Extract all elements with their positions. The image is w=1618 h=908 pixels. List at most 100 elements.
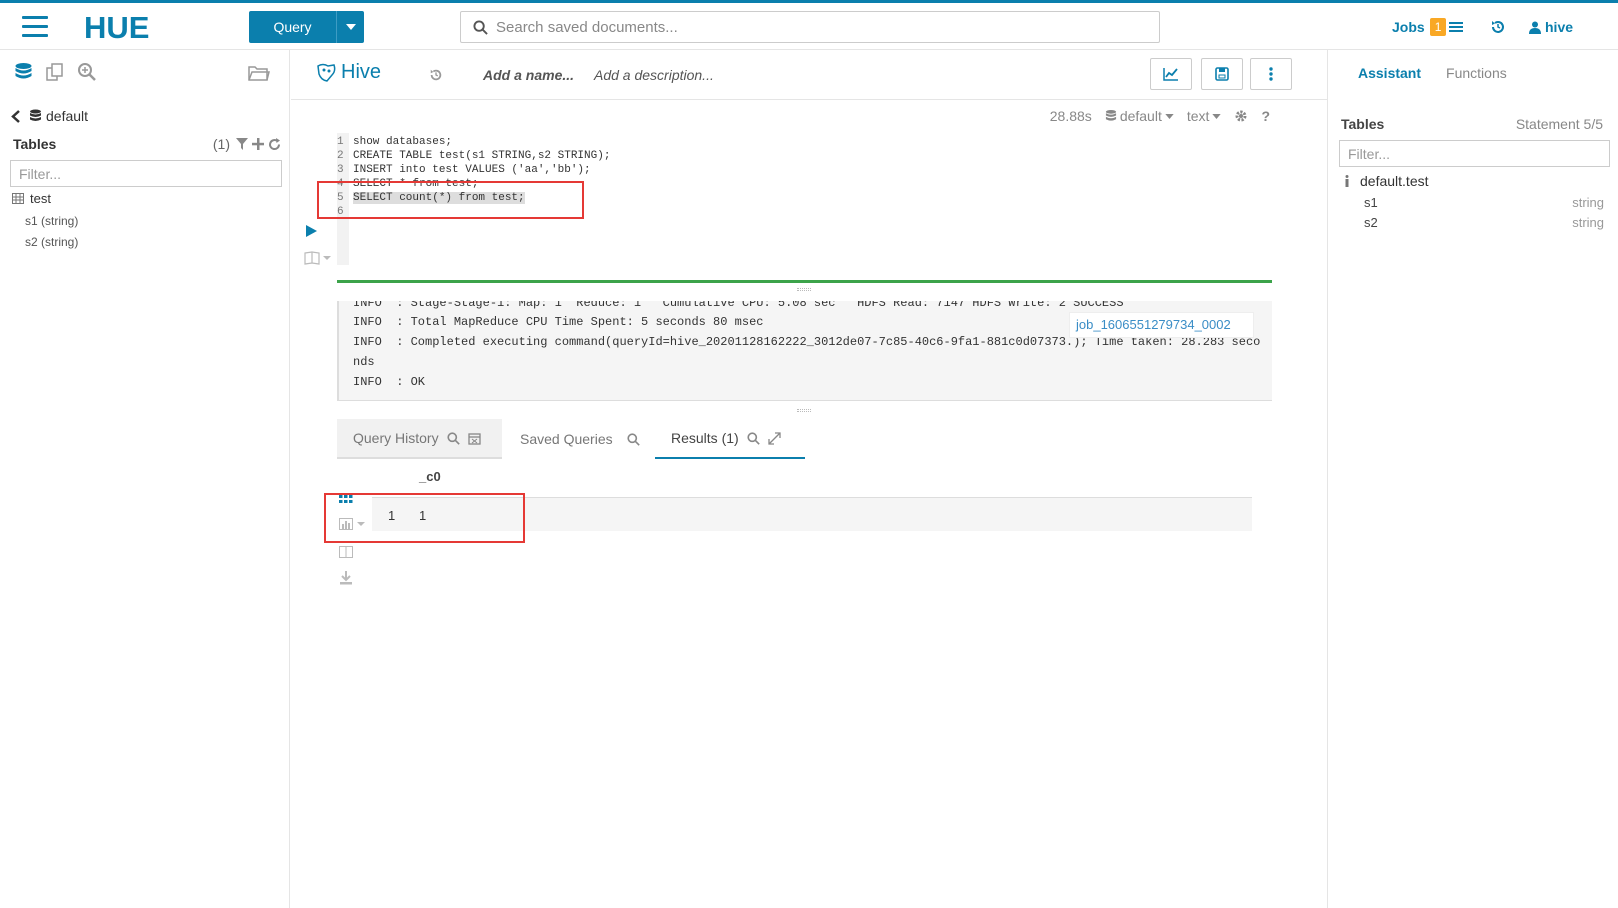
line-number: 2 (337, 150, 344, 162)
column-item[interactable]: s2 (string) (25, 235, 78, 249)
bar-chart-icon[interactable] (339, 518, 367, 530)
columns-icon[interactable] (339, 546, 353, 558)
tables-label: Tables (13, 136, 57, 152)
code-line-selected[interactable]: 5 SELECT count(*) from test; (337, 191, 525, 205)
tables-filter-input[interactable] (10, 160, 282, 187)
format-selector[interactable]: text (1187, 108, 1222, 124)
play-icon[interactable] (306, 225, 317, 237)
top-navbar: HUE Query Jobs 1 hive (0, 0, 1618, 50)
database-breadcrumb[interactable]: default (11, 108, 88, 124)
code-editor[interactable]: 1 show databases; 2 CREATE TABLE test(s1 S… (337, 133, 1277, 265)
search-icon[interactable] (627, 432, 640, 446)
query-name-input[interactable]: Add a name... (483, 67, 574, 83)
editor-engine-title: Hive (315, 61, 381, 84)
tab-saved-queries[interactable]: Saved Queries (520, 419, 640, 459)
chart-button[interactable] (1150, 58, 1192, 90)
tab-query-history[interactable]: Query History (337, 419, 502, 459)
line-number: 6 (337, 206, 344, 218)
expand-icon[interactable] (768, 431, 781, 445)
assistant-filter-input[interactable] (1339, 140, 1610, 167)
assistant-tabs: Assistant Functions (1358, 65, 1507, 81)
assistant-column-item[interactable]: s2 string (1364, 215, 1604, 230)
log-line: INFO : Total MapReduce CPU Time Spent: 5… (353, 315, 764, 329)
assistant-table-name: default.test (1360, 173, 1429, 189)
tab-assistant[interactable]: Assistant (1358, 65, 1421, 81)
database-name: default (46, 108, 89, 124)
right-assist-panel: Assistant Functions Tables Statement 5/5… (1327, 50, 1618, 908)
tab-label: Results (1) (671, 430, 739, 446)
assistant-table-item[interactable]: default.test (1344, 173, 1429, 189)
database-selector-value: default (1119, 108, 1162, 124)
gear-icon[interactable] (1234, 109, 1248, 123)
resize-handle[interactable] (797, 288, 811, 291)
save-button[interactable] (1201, 58, 1243, 90)
tables-count: (1) (212, 136, 230, 152)
result-grid: 1 1 (372, 497, 1252, 531)
search-input[interactable] (496, 18, 1136, 36)
result-tabs: Query History Saved Queries Results (1) (337, 419, 807, 459)
refresh-icon[interactable] (268, 137, 281, 151)
hue-logo[interactable]: HUE (82, 11, 182, 43)
tables-header: Tables (1) (13, 136, 281, 152)
result-column-header[interactable]: _c0 (419, 469, 441, 484)
result-cell[interactable]: 1 (419, 508, 426, 523)
code-line[interactable]: 1 show databases; (337, 135, 452, 149)
tab-label: Query History (353, 430, 439, 446)
more-vertical-icon (1269, 67, 1273, 81)
plus-icon[interactable] (252, 138, 264, 150)
list-icon (1449, 22, 1464, 32)
code-line[interactable]: 3 INSERT into test VALUES ('aa','bb'); (337, 163, 591, 177)
caret-down-icon (1212, 113, 1222, 119)
execution-time: 28.88s (1049, 108, 1092, 124)
job-link[interactable]: job_1606551279734_0002 (1069, 312, 1254, 338)
search-icon[interactable] (747, 431, 760, 445)
chevron-left-icon[interactable] (11, 109, 21, 123)
history-icon[interactable] (429, 68, 443, 82)
query-description-input[interactable]: Add a description... (594, 67, 714, 83)
info-icon[interactable] (1344, 175, 1350, 187)
user-icon (1529, 21, 1541, 34)
code-line[interactable]: 2 CREATE TABLE test(s1 STRING,s2 STRING); (337, 149, 610, 163)
line-chart-icon (1163, 68, 1178, 81)
more-options-button[interactable] (1250, 58, 1292, 90)
search-icon[interactable] (446, 431, 460, 445)
assistant-column-item[interactable]: s1 string (1364, 195, 1604, 210)
column-type: string (1572, 215, 1604, 230)
filter-icon[interactable] (236, 138, 248, 150)
zoom-in-icon[interactable] (77, 62, 97, 82)
tab-results[interactable]: Results (1) (655, 419, 805, 459)
folder-open-icon[interactable] (248, 64, 270, 82)
row-number: 1 (388, 508, 396, 523)
calendar-icon[interactable] (467, 432, 481, 445)
database-selector[interactable]: default (1105, 108, 1174, 124)
book-icon[interactable] (304, 251, 332, 265)
table-name: test (30, 191, 51, 206)
engine-name: Hive (341, 61, 382, 83)
resize-handle[interactable] (797, 409, 811, 412)
tab-functions[interactable]: Functions (1446, 65, 1507, 81)
database-icon[interactable] (14, 62, 33, 83)
column-name: s1 (1364, 195, 1378, 210)
query-button[interactable]: Query (249, 11, 364, 43)
jobs-button[interactable]: Jobs 1 (1392, 18, 1464, 36)
snippet-toolbar: 28.88s default text ? (1038, 108, 1270, 124)
grid-icon[interactable] (339, 494, 353, 506)
query-button-label: Query (273, 19, 312, 35)
line-number: 1 (337, 136, 344, 148)
documents-icon[interactable] (45, 62, 65, 82)
search-icon (473, 19, 488, 35)
history-icon[interactable] (1490, 19, 1506, 35)
code-line[interactable]: 6 (337, 205, 353, 219)
statement-indicator: Statement 5/5 (1515, 116, 1603, 132)
caret-down-icon[interactable] (336, 11, 364, 43)
jobs-label: Jobs (1392, 19, 1425, 35)
download-icon[interactable] (339, 571, 353, 585)
tab-label: Saved Queries (520, 431, 613, 447)
hamburger-menu-icon[interactable] (22, 16, 48, 38)
table-item-test[interactable]: test (12, 191, 51, 206)
column-item[interactable]: s1 (string) (25, 214, 78, 228)
help-icon[interactable]: ? (1261, 108, 1270, 124)
code-line[interactable]: 4 SELECT * from test; (337, 177, 478, 191)
column-type: string (1572, 195, 1604, 210)
user-menu[interactable]: hive (1529, 19, 1573, 35)
